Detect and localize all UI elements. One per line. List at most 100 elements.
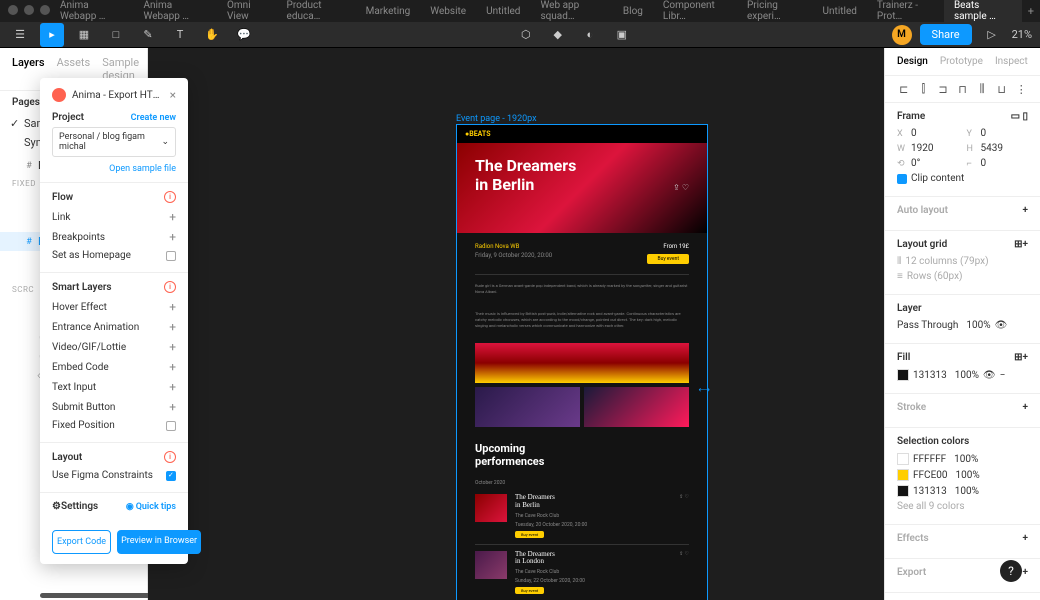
file-tab[interactable]: Omni View	[217, 0, 277, 22]
opacity-input[interactable]: 100%	[966, 320, 990, 331]
help-button[interactable]: ?	[1000, 560, 1022, 582]
add-icon[interactable]: +	[1023, 205, 1029, 216]
y-input[interactable]: 0	[981, 128, 987, 139]
file-tab[interactable]: Trainerz - Prot…	[867, 0, 944, 22]
file-tab[interactable]: Web app squad…	[530, 0, 612, 22]
frame-tool[interactable]: ▦	[72, 23, 96, 47]
align-bottom-icon[interactable]: ⊔	[995, 82, 1009, 96]
align-right-icon[interactable]: ⊐	[936, 82, 950, 96]
color-swatch[interactable]	[897, 485, 909, 497]
info-icon[interactable]: i	[164, 281, 176, 293]
file-tab[interactable]: Website	[420, 0, 476, 22]
file-tab[interactable]: Beats sample …	[944, 0, 1022, 22]
canvas[interactable]: Event page - 1920px ●BEATS The Dreamersi…	[148, 48, 884, 600]
avatar[interactable]: M	[892, 25, 912, 45]
visibility-icon[interactable]: 👁	[983, 370, 996, 381]
smart-layer-item[interactable]: Fixed Position	[52, 417, 176, 434]
x-input[interactable]: 0	[911, 128, 917, 139]
smart-layer-item[interactable]: Submit Button+	[52, 397, 176, 417]
distribute-icon[interactable]: ⋮	[1014, 82, 1028, 96]
zoom-level[interactable]: 21%	[1012, 28, 1032, 41]
buy-button[interactable]: Buy event	[515, 531, 544, 538]
venue: Radion Nova WB	[475, 243, 552, 250]
h-input[interactable]: 5439	[981, 143, 1003, 154]
file-tab[interactable]: Component Libr…	[653, 0, 737, 22]
preview-browser-button[interactable]: Preview in Browser	[117, 530, 201, 554]
plugin-icon[interactable]: ⬡	[514, 23, 538, 47]
align-left-icon[interactable]: ⊏	[897, 82, 911, 96]
file-tab[interactable]: Product educa…	[277, 0, 356, 22]
remove-icon[interactable]: −	[1000, 370, 1006, 381]
shape-tool[interactable]: □	[104, 23, 128, 47]
menu-icon[interactable]: ☰	[8, 23, 32, 47]
info-icon[interactable]: i	[164, 451, 176, 463]
see-all-colors[interactable]: See all 9 colors	[897, 501, 965, 512]
visibility-icon[interactable]: 👁	[995, 320, 1008, 331]
share-button[interactable]: Share	[920, 24, 972, 45]
pen-tool[interactable]: ✎	[136, 23, 160, 47]
align-vcenter-icon[interactable]: ⫼	[975, 82, 989, 96]
file-tab[interactable]: Anima Webapp …	[50, 0, 134, 22]
text-tool[interactable]: T	[168, 23, 192, 47]
blend-mode[interactable]: Pass Through	[897, 320, 958, 331]
hand-tool[interactable]: ✋	[200, 23, 224, 47]
w-input[interactable]: 1920	[911, 143, 933, 154]
quick-tips-link[interactable]: ◉ Quick tips	[126, 502, 176, 512]
component-icon[interactable]: ◆	[546, 23, 570, 47]
color-swatch[interactable]	[897, 469, 909, 481]
file-tab[interactable]: Anima Webapp …	[134, 0, 218, 22]
mask-icon[interactable]: ◐	[578, 23, 602, 47]
grid-settings-icon[interactable]: ⊞	[1014, 239, 1022, 250]
window-controls[interactable]	[8, 5, 50, 15]
file-tab[interactable]: Untitled	[476, 0, 530, 22]
present-icon[interactable]: ▷	[980, 23, 1004, 47]
buy-button[interactable]: Buy event	[647, 254, 689, 264]
add-icon[interactable]: +	[1023, 533, 1029, 544]
panel-tab[interactable]: Prototype	[940, 56, 983, 67]
smart-layer-item[interactable]: Entrance Animation+	[52, 317, 176, 337]
boolean-icon[interactable]: ▣	[610, 23, 634, 47]
comment-tool[interactable]: 💬	[232, 23, 256, 47]
clip-checkbox[interactable]	[897, 174, 907, 184]
color-swatch[interactable]	[897, 453, 909, 465]
flow-link[interactable]: Link+	[52, 207, 176, 227]
layer-label: Layer	[897, 303, 922, 314]
radius-input[interactable]: 0	[981, 158, 987, 169]
smart-layer-item[interactable]: Embed Code+	[52, 357, 176, 377]
add-icon[interactable]: +	[1023, 402, 1029, 413]
project-select[interactable]: Personal / blog figam michal⌄	[52, 127, 176, 157]
selcolors-label: Selection colors	[897, 436, 969, 447]
close-icon[interactable]: ×	[170, 88, 176, 102]
fill-swatch[interactable]	[897, 369, 909, 381]
file-tab[interactable]: Untitled	[813, 0, 867, 22]
add-icon[interactable]: +	[1023, 239, 1029, 250]
align-hcenter-icon[interactable]: ⫿	[917, 82, 931, 96]
add-icon[interactable]: +	[1023, 352, 1029, 363]
resize-handle[interactable]: ⟷	[699, 385, 710, 394]
align-top-icon[interactable]: ⊓	[956, 82, 970, 96]
frame-label[interactable]: Event page - 1920px	[456, 114, 537, 124]
smart-layer-item[interactable]: Text Input+	[52, 377, 176, 397]
smart-layer-item[interactable]: Video/GIF/Lottie+	[52, 337, 176, 357]
resize-mode-icon[interactable]: ▭ ▯	[1011, 111, 1028, 122]
smart-layer-item[interactable]: Hover Effect+	[52, 297, 176, 317]
flow-breakpoints[interactable]: Breakpoints+	[52, 227, 176, 247]
open-sample-link[interactable]: Open sample file	[109, 164, 176, 174]
add-icon: +	[169, 320, 176, 334]
figma-constraints-toggle[interactable]: Use Figma Constraints	[52, 467, 176, 484]
add-icon[interactable]: +	[1023, 567, 1029, 578]
info-icon[interactable]: i	[164, 191, 176, 203]
new-tab-icon[interactable]: +	[1022, 5, 1040, 18]
file-tab[interactable]: Pricing experi…	[737, 0, 813, 22]
export-code-button[interactable]: Export Code	[52, 530, 111, 554]
file-tab[interactable]: Blog	[613, 0, 653, 22]
move-tool[interactable]: ▸	[40, 23, 64, 47]
styles-icon[interactable]: ⊞	[1014, 352, 1022, 363]
create-new-link[interactable]: Create new	[131, 113, 176, 123]
buy-button[interactable]: Buy event	[515, 587, 544, 594]
panel-tab[interactable]: Inspect	[995, 56, 1028, 67]
file-tab[interactable]: Marketing	[356, 0, 421, 22]
rotation-input[interactable]: 0°	[911, 158, 920, 169]
panel-tab[interactable]: Design	[897, 56, 928, 67]
flow-homepage[interactable]: Set as Homepage	[52, 247, 176, 264]
